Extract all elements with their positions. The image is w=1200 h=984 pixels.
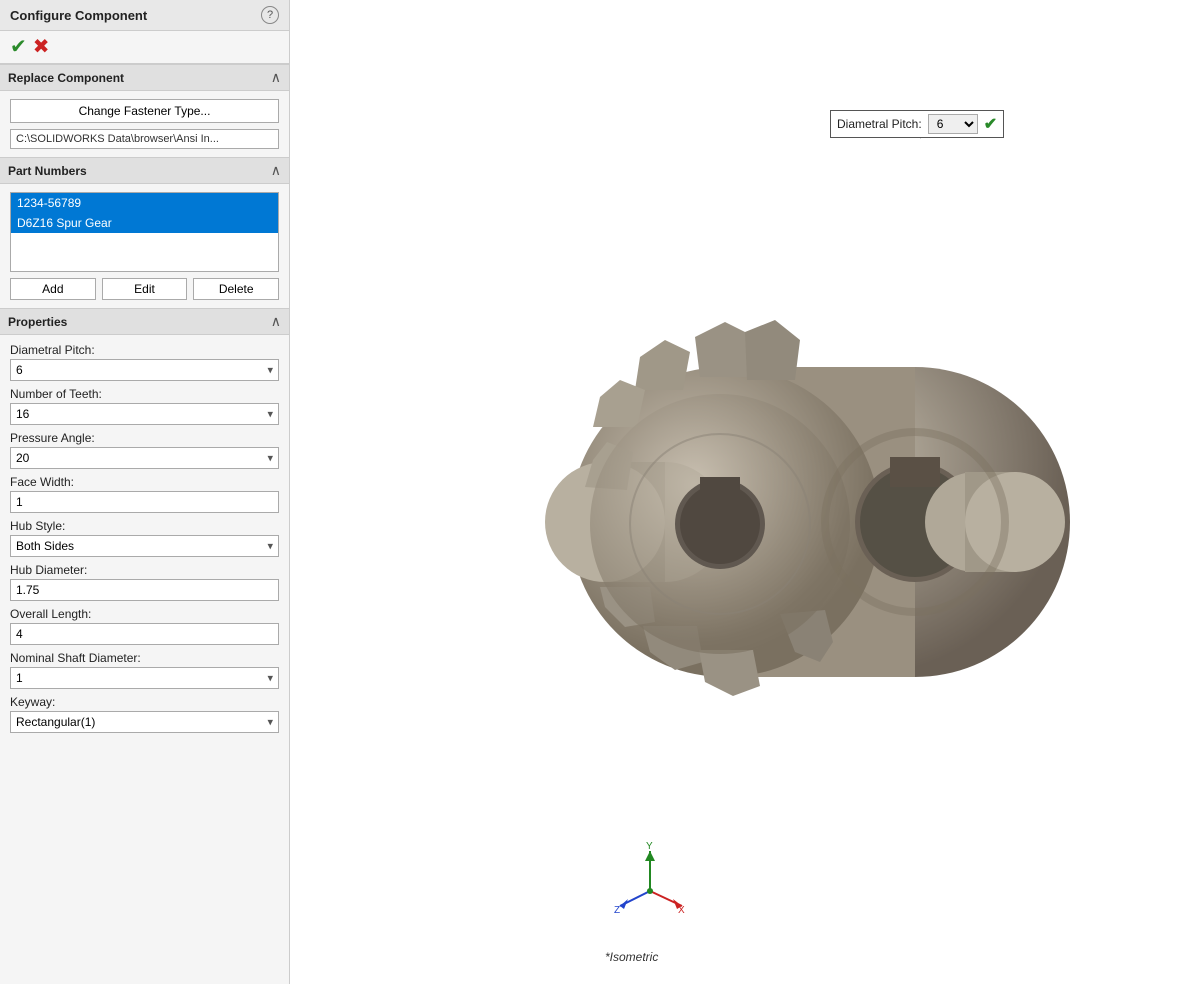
change-fastener-button[interactable]: Change Fastener Type... — [10, 99, 279, 123]
prop-select-8[interactable]: NoneRectangular(1)Square — [10, 711, 279, 733]
prop-label-5: Hub Diameter: — [10, 563, 279, 577]
panel-title: Configure Component — [10, 8, 147, 23]
gear-3d-view — [290, 0, 1200, 984]
replace-component-title: Replace Component — [8, 71, 124, 85]
axis-indicator: Z X Y — [610, 841, 690, 924]
prop-select-4[interactable]: NoneOne SideBoth Sides — [10, 535, 279, 557]
part-item-d6z16[interactable]: D6Z16 Spur Gear — [11, 213, 278, 233]
prop-input-3[interactable] — [10, 491, 279, 513]
panel-header: Configure Component ? — [0, 0, 289, 31]
replace-component-toggle[interactable]: ∧ — [271, 69, 281, 86]
replace-component-content: Change Fastener Type... C:\SOLIDWORKS Da… — [0, 91, 289, 157]
part-numbers-list: 1234-56789 D6Z16 Spur Gear — [10, 192, 279, 272]
prop-select-1[interactable]: 812162024 — [10, 403, 279, 425]
ok-button[interactable]: ✔ — [10, 37, 27, 57]
part-number-buttons: Add Edit Delete — [10, 278, 279, 300]
add-part-button[interactable]: Add — [10, 278, 96, 300]
prop-select-7[interactable]: 0.50.7511.251.5 — [10, 667, 279, 689]
panel-scroll-area: Replace Component ∧ Change Fastener Type… — [0, 64, 289, 984]
prop-select-2[interactable]: 14.52025 — [10, 447, 279, 469]
prop-input-6[interactable] — [10, 623, 279, 645]
isometric-label: *Isometric — [605, 950, 658, 964]
properties-content: Diametral Pitch: 4681012 Number of Teeth: 8… — [0, 335, 289, 741]
part-numbers-toggle[interactable]: ∧ — [271, 162, 281, 179]
part-item-1234[interactable]: 1234-56789 — [11, 193, 278, 213]
prop-label-3: Face Width: — [10, 475, 279, 489]
part-numbers-header: Part Numbers ∧ — [0, 157, 289, 184]
toolbar: ✔ ✖ — [0, 31, 289, 64]
svg-text:X: X — [678, 905, 685, 916]
prop-label-1: Number of Teeth: — [10, 387, 279, 401]
svg-text:Y: Y — [646, 841, 653, 852]
part-numbers-title: Part Numbers — [8, 164, 87, 178]
gear-svg — [355, 142, 1135, 842]
prop-label-0: Diametral Pitch: — [10, 343, 279, 357]
viewport: Diametral Pitch: 6 ✔ — [290, 0, 1200, 984]
path-display: C:\SOLIDWORKS Data\browser\Ansi In... — [10, 129, 279, 149]
replace-component-header: Replace Component ∧ — [0, 64, 289, 91]
replace-component-section: Replace Component ∧ Change Fastener Type… — [0, 64, 289, 157]
svg-text:Z: Z — [614, 905, 620, 916]
prop-label-7: Nominal Shaft Diameter: — [10, 651, 279, 665]
prop-input-5[interactable] — [10, 579, 279, 601]
edit-part-button[interactable]: Edit — [102, 278, 188, 300]
prop-label-4: Hub Style: — [10, 519, 279, 533]
prop-label-8: Keyway: — [10, 695, 279, 709]
properties-header: Properties ∧ — [0, 308, 289, 335]
prop-label-2: Pressure Angle: — [10, 431, 279, 445]
part-numbers-content: 1234-56789 D6Z16 Spur Gear Add Edit Dele… — [0, 184, 289, 308]
properties-section: Properties ∧ Diametral Pitch: 4681012 Numb… — [0, 308, 289, 741]
properties-title: Properties — [8, 315, 67, 329]
help-button[interactable]: ? — [261, 6, 279, 24]
part-numbers-section: Part Numbers ∧ 1234-56789 D6Z16 Spur Gea… — [0, 157, 289, 308]
configure-panel: Configure Component ? ✔ ✖ Replace Compon… — [0, 0, 290, 984]
prop-select-0[interactable]: 4681012 — [10, 359, 279, 381]
cancel-button[interactable]: ✖ — [33, 37, 50, 57]
prop-label-6: Overall Length: — [10, 607, 279, 621]
axis-svg: Z X Y — [610, 841, 690, 921]
delete-part-button[interactable]: Delete — [193, 278, 279, 300]
properties-toggle[interactable]: ∧ — [271, 313, 281, 330]
